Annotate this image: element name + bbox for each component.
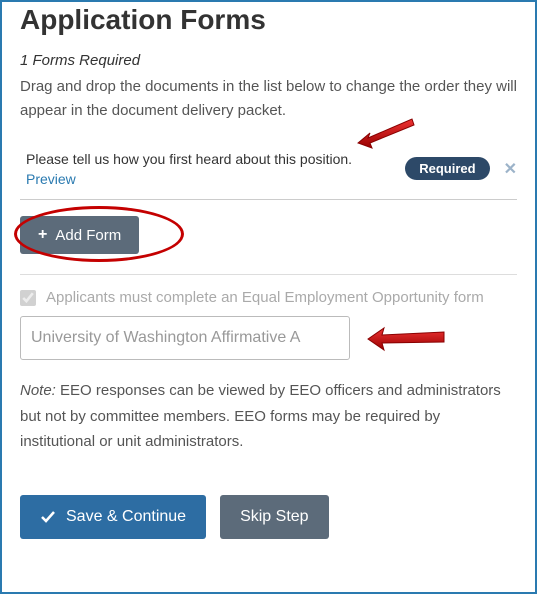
remove-form-icon[interactable]: ✕	[504, 159, 517, 179]
skip-step-button[interactable]: Skip Step	[220, 495, 328, 539]
forms-required-heading: 1 Forms Required	[20, 52, 517, 69]
check-icon	[40, 509, 56, 525]
eeo-note-body: EEO responses can be viewed by EEO offic…	[20, 382, 501, 450]
add-form-label: Add Form	[55, 227, 121, 244]
annotation-arrow-icon	[366, 324, 446, 354]
form-question-text: Please tell us how you first heard about…	[26, 151, 397, 167]
eeo-checkbox-row: Applicants must complete an Equal Employ…	[20, 289, 517, 306]
save-continue-label: Save & Continue	[66, 508, 186, 526]
preview-link[interactable]: Preview	[26, 171, 76, 187]
page-title: Application Forms	[20, 4, 517, 36]
eeo-note: Note: EEO responses can be viewed by EEO…	[20, 378, 517, 455]
page-container: Application Forms 1 Forms Required Drag …	[0, 0, 537, 594]
eeo-input-row	[20, 316, 517, 360]
drag-drop-instructions: Drag and drop the documents in the list …	[20, 75, 517, 123]
eeo-checkbox-label: Applicants must complete an Equal Employ…	[46, 289, 484, 306]
eeo-checkbox[interactable]	[20, 290, 36, 306]
plus-icon: +	[38, 226, 47, 244]
eeo-form-input[interactable]	[20, 316, 350, 360]
eeo-note-prefix: Note:	[20, 382, 56, 399]
add-form-section: + Add Form	[20, 200, 517, 275]
add-form-button[interactable]: + Add Form	[20, 216, 139, 254]
skip-step-label: Skip Step	[240, 508, 308, 526]
save-continue-button[interactable]: Save & Continue	[20, 495, 206, 539]
action-buttons: Save & Continue Skip Step	[20, 495, 517, 539]
required-badge: Required	[405, 157, 489, 180]
form-list-item[interactable]: Please tell us how you first heard about…	[20, 141, 517, 200]
